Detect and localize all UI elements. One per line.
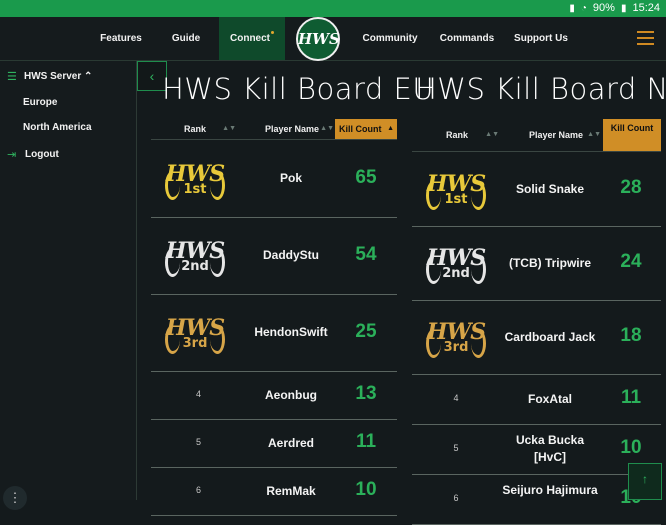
status-bar: ▮ ◔ 90% ▮ 15:24	[0, 0, 666, 17]
sidebar-item-north-america[interactable]: North America	[23, 122, 92, 133]
rank-label: 3rd	[182, 335, 208, 351]
player-name: HendonSwift	[254, 325, 328, 339]
player-name: Aerdred	[267, 435, 314, 450]
hws-logo[interactable]: HWS	[296, 17, 340, 61]
sort-icon: ▲▼	[320, 125, 334, 132]
table-row: HWS 3rd Cardboard Jack 18	[412, 300, 661, 375]
table-row: 5 Aerdred 11	[151, 419, 397, 468]
kill-count: 11	[355, 431, 377, 452]
sort-icon: ▲▼	[587, 131, 601, 138]
rank-label: 1st	[183, 181, 207, 197]
rank-label: 1st	[444, 192, 468, 207]
player-name: Cardboard Jack	[504, 329, 596, 344]
wifi-icon: ◔	[580, 2, 587, 14]
player-name: Seijuro Hajimura	[502, 483, 598, 497]
kill-count: 24	[620, 251, 642, 272]
rank-badge-icon: HWS 1st	[155, 155, 235, 203]
nav-connect[interactable]: Connect	[219, 17, 285, 60]
sort-icon: ▲▼	[485, 131, 499, 138]
kill-count: 13	[355, 383, 377, 404]
sidebar-logout[interactable]: Logout	[25, 149, 59, 160]
player-name: Ucka Bucka [HvC]	[515, 433, 585, 464]
server-list-icon: ☰	[7, 71, 17, 83]
player-name: DaddyStu	[262, 248, 319, 262]
player-name: RemMak	[266, 483, 316, 498]
table-row: 6 RemMak 10	[151, 467, 397, 516]
eu-col-kills[interactable]: Kill Count ▲	[335, 119, 397, 139]
rank-label: 2nd	[181, 258, 209, 274]
clock: 15:24	[632, 2, 660, 14]
nav-community[interactable]: Community	[355, 17, 425, 60]
table-row: 4 FoxAtal 11	[412, 374, 661, 425]
kill-count: 11	[620, 387, 642, 408]
kill-count: 54	[355, 243, 377, 265]
nav-support-us[interactable]: Support Us	[508, 17, 574, 60]
sort-desc-icon: ▲	[387, 125, 394, 132]
notification-dot	[271, 31, 274, 34]
rank-label: 2nd	[442, 266, 470, 281]
player-name: Pok	[279, 171, 302, 185]
na-col-kills[interactable]: Kill Count	[603, 119, 661, 151]
table-row: 4 Aeonbug 13	[151, 371, 397, 420]
sidebar: ☰ HWS Server ⌃ Europe North America ⇥ Lo…	[0, 61, 137, 510]
eu-col-rank[interactable]: Rank ▲▼	[151, 119, 239, 139]
rank-label: 3rd	[443, 340, 469, 355]
rank-number: 4	[195, 389, 201, 399]
chevron-up-icon: ⌃	[84, 71, 93, 82]
battery-icon: ▮	[620, 2, 627, 14]
nav-commands[interactable]: Commands	[432, 17, 502, 60]
nav-features[interactable]: Features	[92, 17, 150, 60]
table-row: HWS 1st Solid Snake 28	[412, 152, 661, 227]
kill-count: 25	[355, 320, 377, 342]
battery-level: 90%	[592, 2, 615, 14]
na-table-header: Rank ▲▼ Player Name ▲▼ Kill Count	[412, 119, 661, 152]
table-row: 5 Ucka Bucka [HvC] 10	[412, 424, 661, 475]
player-name: Aeonbug	[265, 387, 317, 402]
nav-guide[interactable]: Guide	[160, 17, 212, 60]
player-name: Solid Snake	[515, 181, 585, 196]
rank-number: 6	[453, 493, 459, 503]
sim-icon: ▮	[569, 2, 575, 14]
na-board-title: HWS Kill Board NA	[415, 72, 666, 106]
rank-number: 5	[453, 443, 459, 453]
rank-number: 5	[195, 437, 201, 447]
eu-board-title: HWS Kill Board EU	[162, 72, 435, 106]
more-options-icon[interactable]: ⋮	[3, 486, 27, 510]
rank-badge-icon: HWS 2nd	[416, 239, 496, 287]
player-name: FoxAtal	[527, 391, 572, 406]
na-col-player[interactable]: Player Name ▲▼	[508, 119, 604, 151]
kill-count: 65	[355, 166, 377, 188]
kill-count: 10	[355, 479, 377, 500]
sort-icon: ▲▼	[222, 125, 236, 132]
table-row: HWS 3rd HendonSwift 25	[151, 294, 397, 372]
menu-hamburger-icon[interactable]	[637, 31, 654, 45]
logout-icon: ⇥	[7, 149, 17, 161]
eu-col-player[interactable]: Player Name ▲▼	[247, 119, 337, 139]
rank-number: 4	[453, 393, 459, 403]
rank-badge-icon: HWS 1st	[416, 165, 496, 213]
table-row: HWS 2nd (TCB) Tripwire 24	[412, 226, 661, 301]
kill-count: 18	[620, 325, 642, 346]
rank-number: 6	[195, 485, 201, 495]
player-name: (TCB) Tripwire	[508, 255, 591, 270]
sidebar-server-toggle[interactable]: HWS Server ⌃	[24, 71, 92, 82]
table-row: HWS 2nd DaddyStu 54	[151, 217, 397, 295]
scroll-to-top-icon[interactable]: ↑	[628, 463, 662, 500]
rank-badge-icon: HWS 2nd	[155, 232, 235, 280]
rank-badge-icon: HWS 3rd	[155, 309, 235, 357]
table-row: HWS 1st Pok 65	[151, 140, 397, 218]
sidebar-item-europe[interactable]: Europe	[23, 97, 57, 108]
kill-count: 10	[620, 437, 642, 458]
rank-badge-icon: HWS 3rd	[416, 313, 496, 361]
eu-table-header: Rank ▲▼ Player Name ▲▼ Kill Count ▲	[151, 119, 397, 140]
na-col-rank[interactable]: Rank ▲▼	[412, 119, 502, 151]
kill-count: 28	[620, 177, 642, 198]
